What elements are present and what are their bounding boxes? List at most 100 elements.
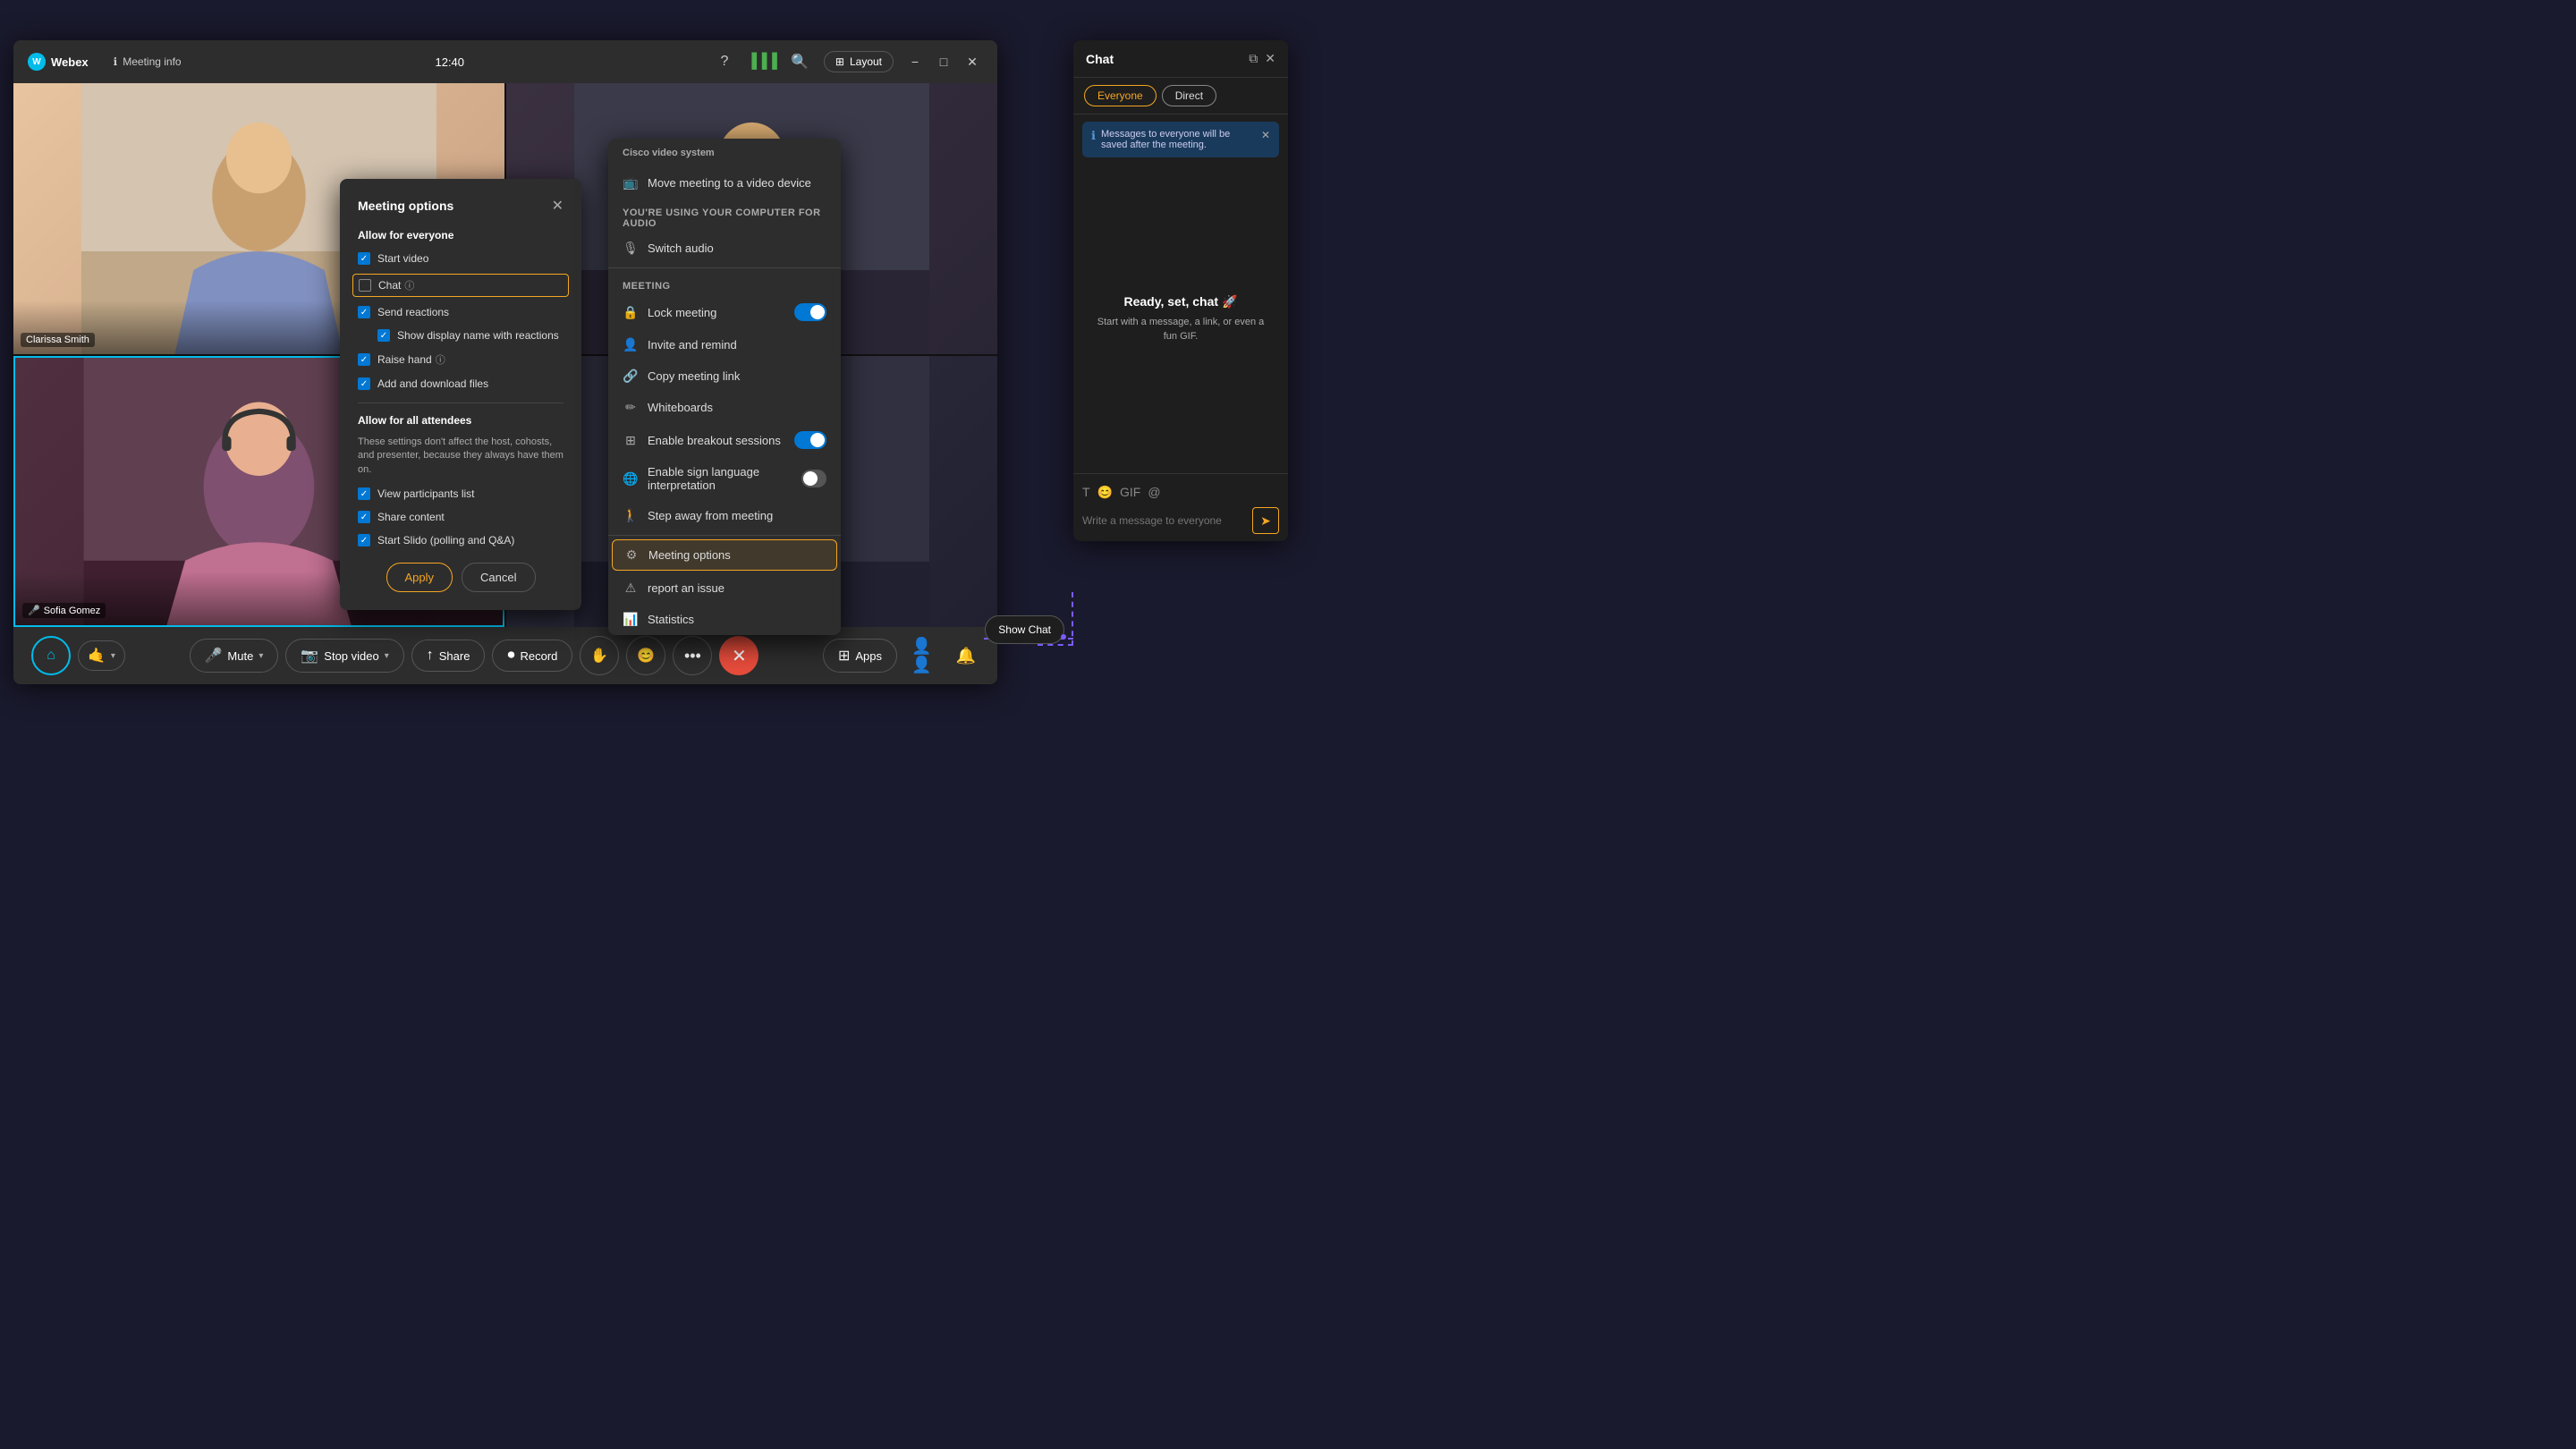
minimize-button[interactable]: −	[904, 51, 926, 72]
share-content-checkbox[interactable]	[358, 511, 370, 523]
pop-out-icon[interactable]: ⧉	[1249, 51, 1258, 66]
lock-meeting-toggle[interactable]	[794, 303, 826, 321]
arrow-dot	[1061, 634, 1066, 640]
notifications-button[interactable]: 🔔	[953, 642, 979, 669]
chat-input-field[interactable]	[1082, 514, 1247, 527]
dashed-arrow-bottom	[1038, 644, 1073, 646]
send-reactions-checkbox[interactable]	[358, 306, 370, 318]
more-options-menu: Cisco video system 📺 Move meeting to a v…	[608, 139, 841, 635]
chat-header-icons: ⧉ ✕	[1249, 51, 1275, 66]
chat-close-button[interactable]: ✕	[1265, 51, 1275, 66]
invite-remind-label: Invite and remind	[648, 338, 737, 352]
report-issue-item[interactable]: ⚠ report an issue	[608, 572, 841, 604]
view-participants-label: View participants list	[377, 487, 475, 500]
step-away-item[interactable]: 🚶 Step away from meeting	[608, 500, 841, 531]
show-display-name-checkbox[interactable]	[377, 329, 390, 342]
lock-meeting-item[interactable]: 🔒 Lock meeting	[608, 295, 841, 329]
chat-checkbox[interactable]	[359, 279, 371, 292]
emoji-picker-icon[interactable]: 😊	[1097, 485, 1113, 500]
whiteboards-item[interactable]: ✏ Whiteboards	[608, 392, 841, 423]
chat-info-icon: ⓘ	[404, 278, 414, 292]
add-download-checkbox[interactable]	[358, 377, 370, 390]
chat-header: Chat ⧉ ✕	[1073, 40, 1288, 78]
toggle-knob	[810, 305, 825, 319]
invite-remind-item[interactable]: 👤 Invite and remind	[608, 329, 841, 360]
raise-hand-checkbox[interactable]	[358, 353, 370, 366]
mute-button[interactable]: 🎤 Mute ▾	[190, 639, 279, 673]
show-chat-button[interactable]: Show Chat	[985, 615, 1064, 644]
layout-button[interactable]: ⊞ Layout	[824, 51, 894, 72]
chat-option: Chat ⓘ	[352, 274, 569, 297]
signal-icon-button[interactable]: ▐▐▐	[749, 48, 775, 75]
raise-hand-info-icon: ⓘ	[436, 352, 445, 367]
enable-breakout-item[interactable]: ⊞ Enable breakout sessions	[608, 423, 841, 457]
share-button[interactable]: ↑ Share	[411, 640, 486, 672]
apps-button[interactable]: ⊞ Apps	[823, 639, 897, 673]
webex-icon: W	[28, 53, 46, 71]
help-icon-button[interactable]: ?	[711, 48, 738, 75]
statistics-label: Statistics	[648, 613, 694, 626]
sign-language-icon: 🌐	[623, 471, 639, 487]
mic-icon-3: 🎤	[28, 605, 40, 616]
layout-icon: ⊞	[835, 55, 844, 68]
panel-close-button[interactable]: ✕	[552, 197, 564, 215]
raise-hand-toolbar-button[interactable]: ✋	[580, 636, 619, 675]
statistics-item[interactable]: 📊 Statistics	[608, 604, 841, 635]
toolbar-left: ⌂ 🤙 ▾	[31, 636, 125, 675]
record-button[interactable]: ⏺ Record	[492, 640, 572, 672]
breakout-toggle[interactable]	[794, 431, 826, 449]
copy-link-item[interactable]: 🔗 Copy meeting link	[608, 360, 841, 392]
apply-button[interactable]: Apply	[386, 563, 453, 592]
meeting-options-item[interactable]: ⚙ Meeting options	[612, 539, 837, 571]
participants-button[interactable]: 👤👤	[911, 642, 938, 669]
move-meeting-label: Move meeting to a video device	[648, 176, 811, 190]
reactions-toggle-button[interactable]: 🤙 ▾	[78, 640, 125, 671]
start-slido-option: Start Slido (polling and Q&A)	[358, 532, 564, 548]
end-call-button[interactable]: ✕	[719, 636, 758, 675]
move-meeting-item[interactable]: 📺 Move meeting to a video device	[608, 167, 841, 199]
sign-language-item[interactable]: 🌐 Enable sign language interpretation	[608, 457, 841, 500]
stop-video-label: Stop video	[324, 649, 378, 663]
format-text-icon[interactable]: T	[1082, 485, 1090, 500]
apps-icon: ⊞	[838, 647, 850, 665]
chat-format-toolbar: T 😊 GIF @	[1082, 481, 1279, 504]
start-video-checkbox[interactable]	[358, 252, 370, 265]
allow-everyone-label: Allow for everyone	[358, 229, 564, 242]
allow-attendees-label: Allow for all attendees	[358, 414, 564, 427]
info-banner-icon: ℹ	[1091, 129, 1096, 143]
tab-direct[interactable]: Direct	[1162, 85, 1216, 106]
step-away-label: Step away from meeting	[648, 509, 773, 522]
sign-language-toggle[interactable]	[801, 470, 826, 487]
start-slido-label: Start Slido (polling and Q&A)	[377, 534, 514, 547]
info-banner-close-button[interactable]: ✕	[1261, 129, 1270, 141]
send-reactions-option: Send reactions	[358, 304, 564, 320]
cancel-button[interactable]: Cancel	[462, 563, 535, 592]
home-button[interactable]: ⌂	[31, 636, 71, 675]
search-icon-button[interactable]: 🔍	[786, 48, 813, 75]
add-download-option: Add and download files	[358, 376, 564, 392]
gif-icon[interactable]: GIF	[1120, 485, 1140, 500]
bug-icon: ⚠	[623, 580, 639, 596]
lock-meeting-label: Lock meeting	[648, 306, 716, 319]
meeting-info-button[interactable]: ℹ Meeting info	[106, 52, 189, 72]
meeting-info-label: Meeting info	[123, 55, 181, 68]
maximize-button[interactable]: □	[933, 51, 954, 72]
start-slido-checkbox[interactable]	[358, 534, 370, 547]
show-display-name-label: Show display name with reactions	[397, 329, 559, 342]
view-participants-checkbox[interactable]	[358, 487, 370, 500]
breakout-icon: ⊞	[623, 433, 639, 448]
reactions-button[interactable]: 😊	[626, 636, 665, 675]
layout-label: Layout	[850, 55, 882, 68]
close-button[interactable]: ✕	[962, 51, 983, 72]
stop-video-button[interactable]: 📷 Stop video ▾	[285, 639, 403, 673]
mic-icon: 🎤	[205, 647, 223, 665]
switch-audio-item[interactable]: 🎙 Switch audio	[608, 233, 841, 264]
apps-label: Apps	[855, 649, 882, 663]
panel-actions: Apply Cancel	[358, 563, 564, 592]
link-icon: 🔗	[623, 369, 639, 384]
more-options-button[interactable]: •••	[673, 636, 712, 675]
attendees-desc: These settings don't affect the host, co…	[358, 436, 564, 477]
chat-send-button[interactable]: ➤	[1252, 507, 1279, 534]
tab-everyone[interactable]: Everyone	[1084, 85, 1157, 106]
mention-icon[interactable]: @	[1148, 485, 1160, 500]
